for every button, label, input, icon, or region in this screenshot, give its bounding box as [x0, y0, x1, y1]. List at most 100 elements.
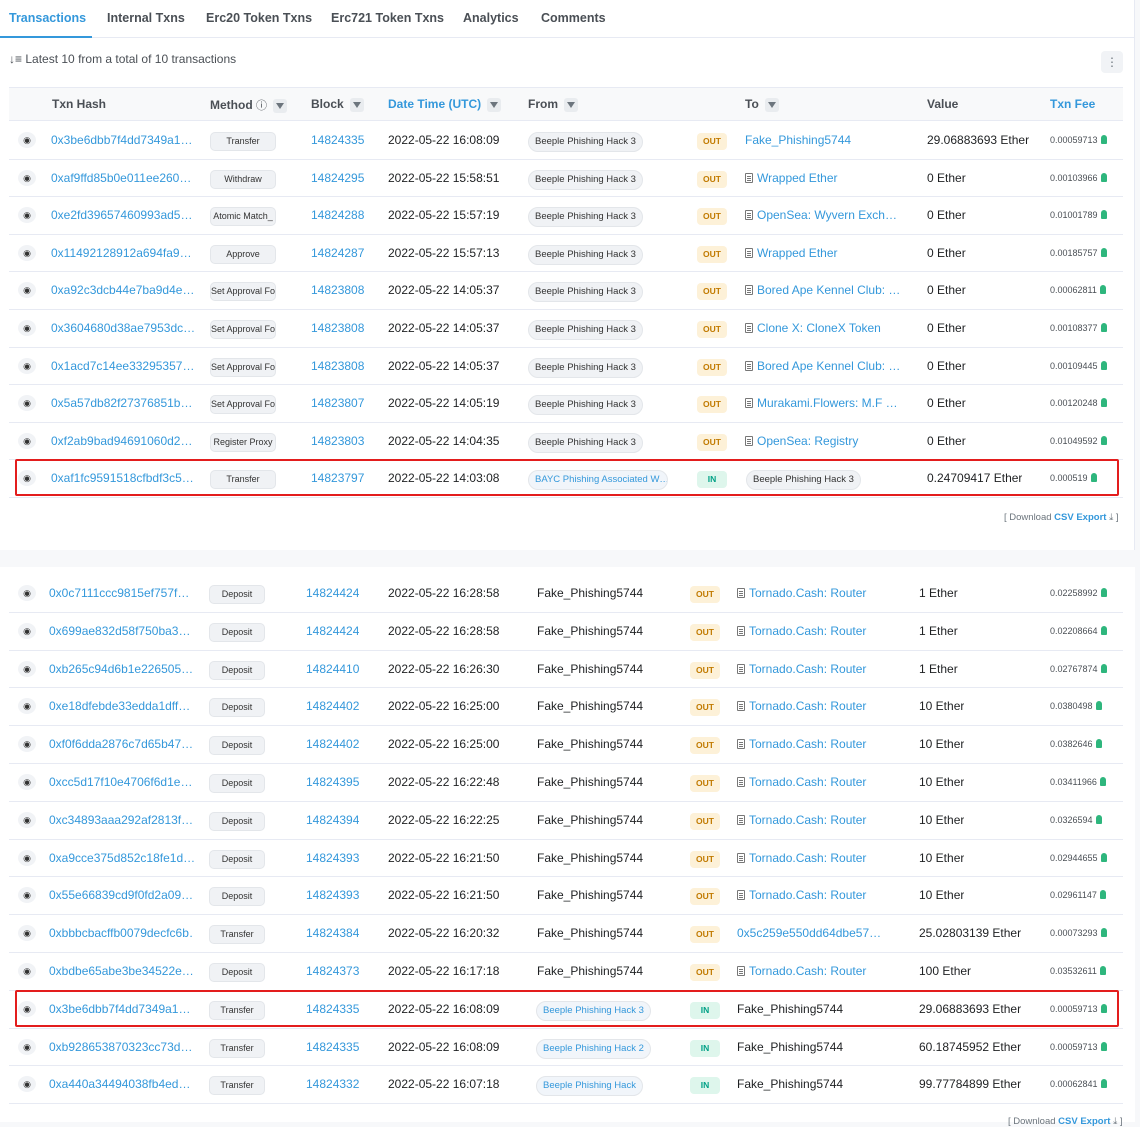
txn-hash-link[interactable]: 0xf0f6dda2876c7d65b47…: [49, 737, 194, 751]
block-link[interactable]: 14823808: [311, 359, 364, 373]
block-link[interactable]: 14824393: [306, 888, 359, 902]
eye-icon[interactable]: ◉: [18, 622, 36, 639]
eye-icon[interactable]: ◉: [18, 774, 36, 790]
eye-icon[interactable]: ◉: [18, 1076, 36, 1093]
block-link[interactable]: 14824424: [306, 586, 359, 600]
to-address[interactable]: Tornado.Cash: Router: [737, 662, 897, 676]
to-address-label[interactable]: Tornado.Cash: Router: [749, 624, 866, 638]
to-address[interactable]: OpenSea: Registry: [745, 434, 905, 448]
to-address[interactable]: Tornado.Cash: Router: [737, 699, 897, 713]
to-address[interactable]: Wrapped Ether: [745, 246, 905, 260]
header-date-time[interactable]: Date Time (UTC): [388, 97, 502, 112]
block-link[interactable]: 14824287: [311, 246, 364, 260]
block-link[interactable]: 14824424: [306, 624, 359, 638]
eye-icon[interactable]: ◉: [18, 887, 36, 904]
to-address[interactable]: Tornado.Cash: Router: [737, 624, 897, 638]
to-address-label[interactable]: Tornado.Cash: Router: [749, 737, 866, 751]
to-address[interactable]: Tornado.Cash: Router: [737, 964, 897, 978]
block-link[interactable]: 14823808: [311, 321, 364, 335]
to-address[interactable]: Tornado.Cash: Router: [737, 586, 897, 600]
to-address[interactable]: Tornado.Cash: Router: [737, 888, 897, 902]
filter-icon[interactable]: [349, 97, 364, 112]
to-address-label[interactable]: Bored Ape Kennel Club: …: [757, 283, 900, 297]
tab-internal-txns[interactable]: Internal Txns: [107, 11, 185, 25]
to-address[interactable]: Clone X: CloneX Token: [745, 321, 905, 335]
to-address-label[interactable]: Tornado.Cash: Router: [749, 586, 866, 600]
header-date-label[interactable]: Date Time (UTC): [388, 97, 481, 111]
to-address-label[interactable]: Tornado.Cash: Router: [749, 662, 866, 676]
to-address-label[interactable]: Murakami.Flowers: M.F …: [757, 396, 898, 410]
filter-icon[interactable]: [564, 97, 578, 112]
txn-hash-link[interactable]: 0x55e66839cd9f0fd2a09…: [49, 888, 194, 902]
to-address-label[interactable]: Wrapped Ether: [757, 246, 838, 260]
txn-hash-link[interactable]: 0x1acd7c14ee33295357…: [51, 359, 196, 373]
to-address-label[interactable]: Fake_Phishing5744: [745, 133, 851, 147]
to-address[interactable]: Murakami.Flowers: M.F …: [745, 396, 905, 410]
filter-icon[interactable]: [764, 97, 779, 112]
eye-icon[interactable]: ◉: [18, 849, 36, 866]
txn-hash-link[interactable]: 0xb928653870323cc73d…: [49, 1040, 194, 1054]
block-link[interactable]: 14824373: [306, 964, 359, 978]
to-address-label[interactable]: OpenSea: Wyvern Exch…: [757, 208, 897, 222]
eye-icon[interactable]: ◉: [18, 207, 36, 224]
txn-hash-link[interactable]: 0x3be6dbb7f4dd7349a1…: [51, 133, 196, 147]
tab-comments[interactable]: Comments: [541, 11, 606, 25]
csv-link-label[interactable]: CSV Export: [1054, 512, 1106, 523]
eye-icon[interactable]: ◉: [18, 395, 36, 412]
txn-hash-link[interactable]: 0x11492128912a694fa9…: [51, 246, 196, 260]
txn-hash-link[interactable]: 0xb265c94d6b1e226505…: [49, 662, 194, 676]
eye-icon[interactable]: ◉: [18, 432, 36, 449]
eye-icon[interactable]: ◉: [18, 698, 36, 715]
eye-icon[interactable]: ◉: [18, 1038, 36, 1055]
block-link[interactable]: 14824402: [306, 699, 359, 713]
txn-hash-link[interactable]: 0xa9cce375d852c18fe1d…: [49, 851, 194, 865]
txn-hash-link[interactable]: 0x0c7111ccc9815ef757f…: [49, 586, 194, 600]
block-link[interactable]: 14824402: [306, 737, 359, 751]
block-link[interactable]: 14823803: [311, 434, 364, 448]
tab-transactions[interactable]: Transactions: [9, 11, 86, 25]
to-address-label[interactable]: Tornado.Cash: Router: [749, 964, 866, 978]
to-address-label[interactable]: Tornado.Cash: Router: [749, 699, 866, 713]
csv-export-link[interactable]: [ Download CSV Export ⤓ ]: [1004, 512, 1119, 523]
to-address-label[interactable]: Tornado.Cash: Router: [749, 851, 866, 865]
block-link[interactable]: 14824410: [306, 662, 359, 676]
eye-icon[interactable]: ◉: [18, 736, 36, 753]
more-options-icon[interactable]: ⋮: [1101, 51, 1123, 73]
block-link[interactable]: 14824393: [306, 851, 359, 865]
to-address[interactable]: Tornado.Cash: Router: [737, 737, 897, 751]
to-address-label[interactable]: Wrapped Ether: [757, 171, 838, 185]
txn-hash-link[interactable]: 0xaf9ffd85b0e011ee260…: [51, 171, 196, 185]
to-address[interactable]: Tornado.Cash: Router: [737, 775, 897, 789]
eye-icon[interactable]: ◉: [18, 585, 36, 601]
to-address-label[interactable]: Tornado.Cash: Router: [749, 775, 866, 789]
to-address[interactable]: Bored Ape Kennel Club: …: [745, 359, 905, 373]
block-link[interactable]: 14824288: [311, 208, 364, 222]
to-address-label[interactable]: 0x5c259e550dd64dbe57…: [737, 926, 881, 940]
eye-icon[interactable]: ◉: [18, 660, 36, 677]
txn-hash-link[interactable]: 0xc34893aaa292af2813f…: [49, 813, 194, 827]
to-address[interactable]: Bored Ape Kennel Club: …: [745, 283, 905, 297]
block-link[interactable]: 14824295: [311, 171, 364, 185]
block-link[interactable]: 14824335: [311, 133, 364, 147]
to-address-label[interactable]: OpenSea: Registry: [757, 434, 858, 448]
eye-icon[interactable]: ◉: [18, 357, 36, 374]
eye-icon[interactable]: ◉: [18, 925, 36, 942]
txn-hash-link[interactable]: 0xe18dfebde33edda1dff…: [49, 699, 194, 713]
block-link[interactable]: 14824384: [306, 926, 359, 940]
block-link[interactable]: 14823808: [311, 283, 364, 297]
txn-hash-link[interactable]: 0x5a57db82f27376851b…: [51, 396, 196, 410]
block-link[interactable]: 14824395: [306, 775, 359, 789]
block-link[interactable]: 14824332: [306, 1077, 359, 1091]
eye-icon[interactable]: ◉: [18, 132, 36, 148]
filter-icon[interactable]: [273, 98, 287, 113]
tab-erc721-token-txns[interactable]: Erc721 Token Txns: [331, 11, 444, 25]
to-address-label[interactable]: Clone X: CloneX Token: [757, 321, 881, 335]
txn-hash-link[interactable]: 0x699ae832d58f750ba3…: [49, 624, 194, 638]
txn-hash-link[interactable]: 0xa92c3dcb44e7ba9d4e…: [51, 283, 196, 297]
to-address[interactable]: Fake_Phishing5744: [745, 133, 905, 147]
to-address-label[interactable]: Tornado.Cash: Router: [749, 813, 866, 827]
to-address[interactable]: Wrapped Ether: [745, 171, 905, 185]
eye-icon[interactable]: ◉: [18, 320, 36, 336]
txn-hash-link[interactable]: 0xa440a34494038fb4ed…: [49, 1077, 194, 1091]
filter-icon[interactable]: [487, 97, 502, 112]
